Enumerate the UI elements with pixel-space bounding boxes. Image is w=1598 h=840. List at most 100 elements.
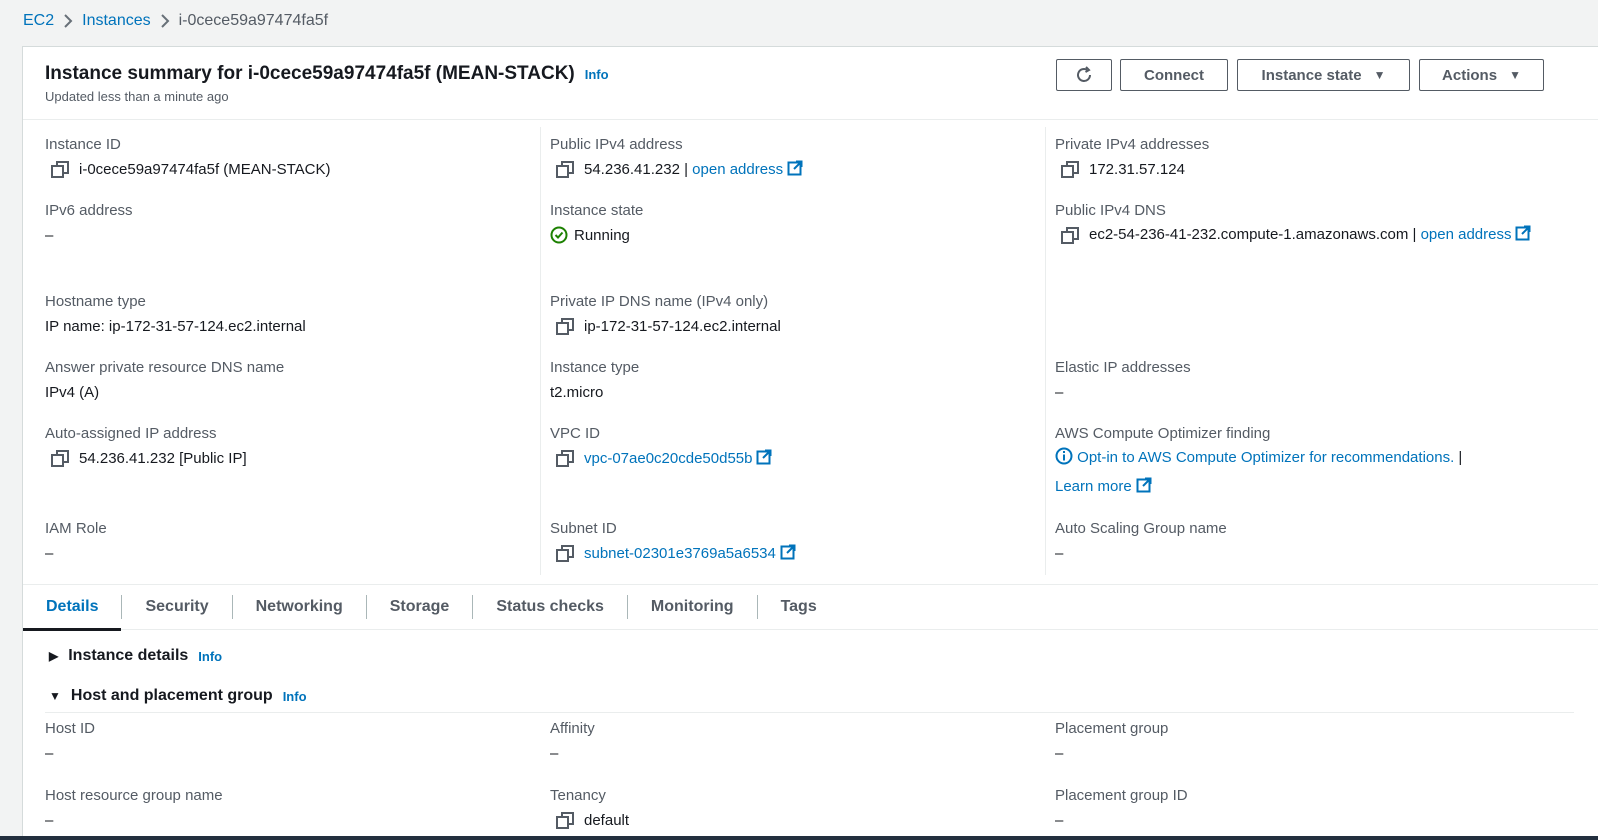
field-label: AWS Compute Optimizer finding xyxy=(1055,425,1271,442)
caret-right-icon: ▶ xyxy=(49,649,59,663)
field-value: 54.236.41.232 | open address xyxy=(550,160,1040,180)
field-label: Auto Scaling Group name xyxy=(1055,520,1227,537)
vpc-id-link[interactable]: vpc-07ae0c20cde50d55b xyxy=(584,449,752,469)
field-label: Instance ID xyxy=(45,136,121,153)
breadcrumb-instances[interactable]: Instances xyxy=(82,12,150,30)
actions-label: Actions xyxy=(1442,66,1498,84)
copy-icon[interactable] xyxy=(554,811,576,829)
placement-group-id-value: – xyxy=(1055,812,1064,829)
field-value: 172.31.57.124 xyxy=(1055,160,1545,180)
tab-details[interactable]: Details xyxy=(23,584,122,631)
field-optimizer: AWS Compute Optimizer finding Opt-in to … xyxy=(1055,425,1555,501)
field-label: Host ID xyxy=(45,720,96,737)
field-label: Answer private resource DNS name xyxy=(45,359,285,376)
updated-text: Updated less than a minute ago xyxy=(45,89,229,104)
field-instance-id: Instance ID i-0cece59a97474fa5f (MEAN-ST… xyxy=(45,136,535,180)
field-label: Elastic IP addresses xyxy=(1055,359,1191,376)
field-instance-type: Instance type t2.micro xyxy=(550,359,1040,403)
field-label: Subnet ID xyxy=(550,520,617,537)
copy-icon[interactable] xyxy=(1059,226,1081,245)
affinity-value: – xyxy=(550,745,559,762)
iam-role-value: – xyxy=(45,545,54,562)
answer-dns-value: IPv4 (A) xyxy=(45,384,100,401)
info-link[interactable]: Info xyxy=(585,67,609,82)
field-value: 54.236.41.232 [Public IP] xyxy=(45,449,535,469)
instance-state-button[interactable]: Instance state ▼ xyxy=(1237,59,1410,91)
instance-summary-panel: Instance summary for i-0cece59a97474fa5f… xyxy=(22,46,1598,840)
breadcrumb-ec2[interactable]: EC2 xyxy=(23,12,54,30)
info-link[interactable]: Info xyxy=(198,649,222,664)
field-value: ec2-54-236-41-232.compute-1.amazonaws.co… xyxy=(1055,223,1545,247)
bottom-bar xyxy=(0,836,1598,840)
field-tenancy: Tenancy default xyxy=(550,787,1040,831)
field-label: Auto-assigned IP address xyxy=(45,425,217,442)
field-public-dns: Public IPv4 DNS ec2-54-236-41-232.comput… xyxy=(1055,202,1545,247)
field-ipv6: IPv6 address – xyxy=(45,202,535,246)
subnet-id-link[interactable]: subnet-02301e3769a5a6534 xyxy=(584,544,776,564)
field-label: Instance type xyxy=(550,359,640,376)
info-link[interactable]: Info xyxy=(283,689,307,704)
field-vpc-id: VPC ID vpc-07ae0c20cde50d55b xyxy=(550,425,1040,469)
summary-header: Instance summary for i-0cece59a97474fa5f… xyxy=(23,47,1598,119)
field-answer-dns: Answer private resource DNS name IPv4 (A… xyxy=(45,359,535,403)
tab-storage[interactable]: Storage xyxy=(367,584,473,630)
copy-icon[interactable] xyxy=(554,160,576,178)
instance-details-section[interactable]: ▶ Instance details Info xyxy=(49,647,222,665)
connect-button[interactable]: Connect xyxy=(1120,59,1228,91)
hostname-type-value: IP name: ip-172-31-57-124.ec2.internal xyxy=(45,318,306,335)
copy-icon[interactable] xyxy=(49,160,71,178)
field-placement-group: Placement group – xyxy=(1055,720,1545,764)
tab-tags[interactable]: Tags xyxy=(758,584,840,630)
field-asg-name: Auto Scaling Group name – xyxy=(1055,520,1545,564)
optimizer-optin-link[interactable]: Opt-in to AWS Compute Optimizer for reco… xyxy=(1077,449,1454,466)
field-label: Placement group ID xyxy=(1055,787,1188,804)
chevron-right-icon xyxy=(160,13,170,29)
section-title: Host and placement group xyxy=(70,687,273,704)
copy-icon[interactable] xyxy=(554,449,576,467)
instance-id-value: i-0cece59a97474fa5f (MEAN-STACK) xyxy=(79,161,331,178)
chevron-right-icon xyxy=(63,13,73,29)
ipv6-value: – xyxy=(45,227,54,244)
open-address-link[interactable]: open address xyxy=(1421,226,1512,243)
field-affinity: Affinity – xyxy=(550,720,1040,764)
auto-ip-value: 54.236.41.232 [Public IP] xyxy=(79,450,247,467)
status-badge: Running xyxy=(550,226,1040,246)
copy-icon[interactable] xyxy=(554,317,576,335)
field-label: Instance state xyxy=(550,202,644,219)
placement-group-value: – xyxy=(1055,745,1064,762)
tab-networking[interactable]: Networking xyxy=(233,584,366,630)
caret-down-icon: ▼ xyxy=(1373,68,1386,82)
tab-security[interactable]: Security xyxy=(122,584,231,630)
caret-down-icon: ▼ xyxy=(49,689,61,703)
external-link-icon xyxy=(756,449,772,465)
copy-icon[interactable] xyxy=(554,544,576,562)
tab-status-checks[interactable]: Status checks xyxy=(473,584,627,630)
actions-button[interactable]: Actions ▼ xyxy=(1419,59,1544,91)
optimizer-separator: | xyxy=(1454,449,1463,466)
field-private-dns: Private IP DNS name (IPv4 only) ip-172-3… xyxy=(550,293,1040,337)
check-circle-icon xyxy=(550,226,568,244)
public-ipv4-value: 54.236.41.232 | xyxy=(584,161,693,178)
tenancy-value: default xyxy=(584,812,630,829)
field-label: Placement group xyxy=(1055,720,1169,737)
copy-icon[interactable] xyxy=(1059,160,1081,178)
learn-more-link[interactable]: Learn more xyxy=(1055,478,1132,495)
field-label: Tenancy xyxy=(550,787,606,804)
open-address-link[interactable]: open address xyxy=(692,160,783,180)
external-link-icon xyxy=(780,544,796,560)
field-value: vpc-07ae0c20cde50d55b xyxy=(550,449,1040,469)
tab-monitoring[interactable]: Monitoring xyxy=(628,584,757,630)
external-link-icon xyxy=(1136,477,1152,493)
instance-type-value: t2.micro xyxy=(550,384,604,401)
section-title: Instance details xyxy=(68,647,189,664)
field-label: Private IP DNS name (IPv4 only) xyxy=(550,293,769,310)
details-tabs: Details Security Networking Storage Stat… xyxy=(23,584,1598,631)
field-label: Host resource group name xyxy=(45,787,223,804)
field-value: default xyxy=(550,811,1040,831)
refresh-button[interactable] xyxy=(1056,59,1112,91)
instance-state-value: Running xyxy=(574,227,630,244)
field-iam-role: IAM Role – xyxy=(45,520,535,564)
copy-icon[interactable] xyxy=(49,449,71,467)
summary-title-text: Instance summary for i-0cece59a97474fa5f… xyxy=(45,63,575,84)
host-placement-section[interactable]: ▼ Host and placement group Info xyxy=(49,687,307,705)
